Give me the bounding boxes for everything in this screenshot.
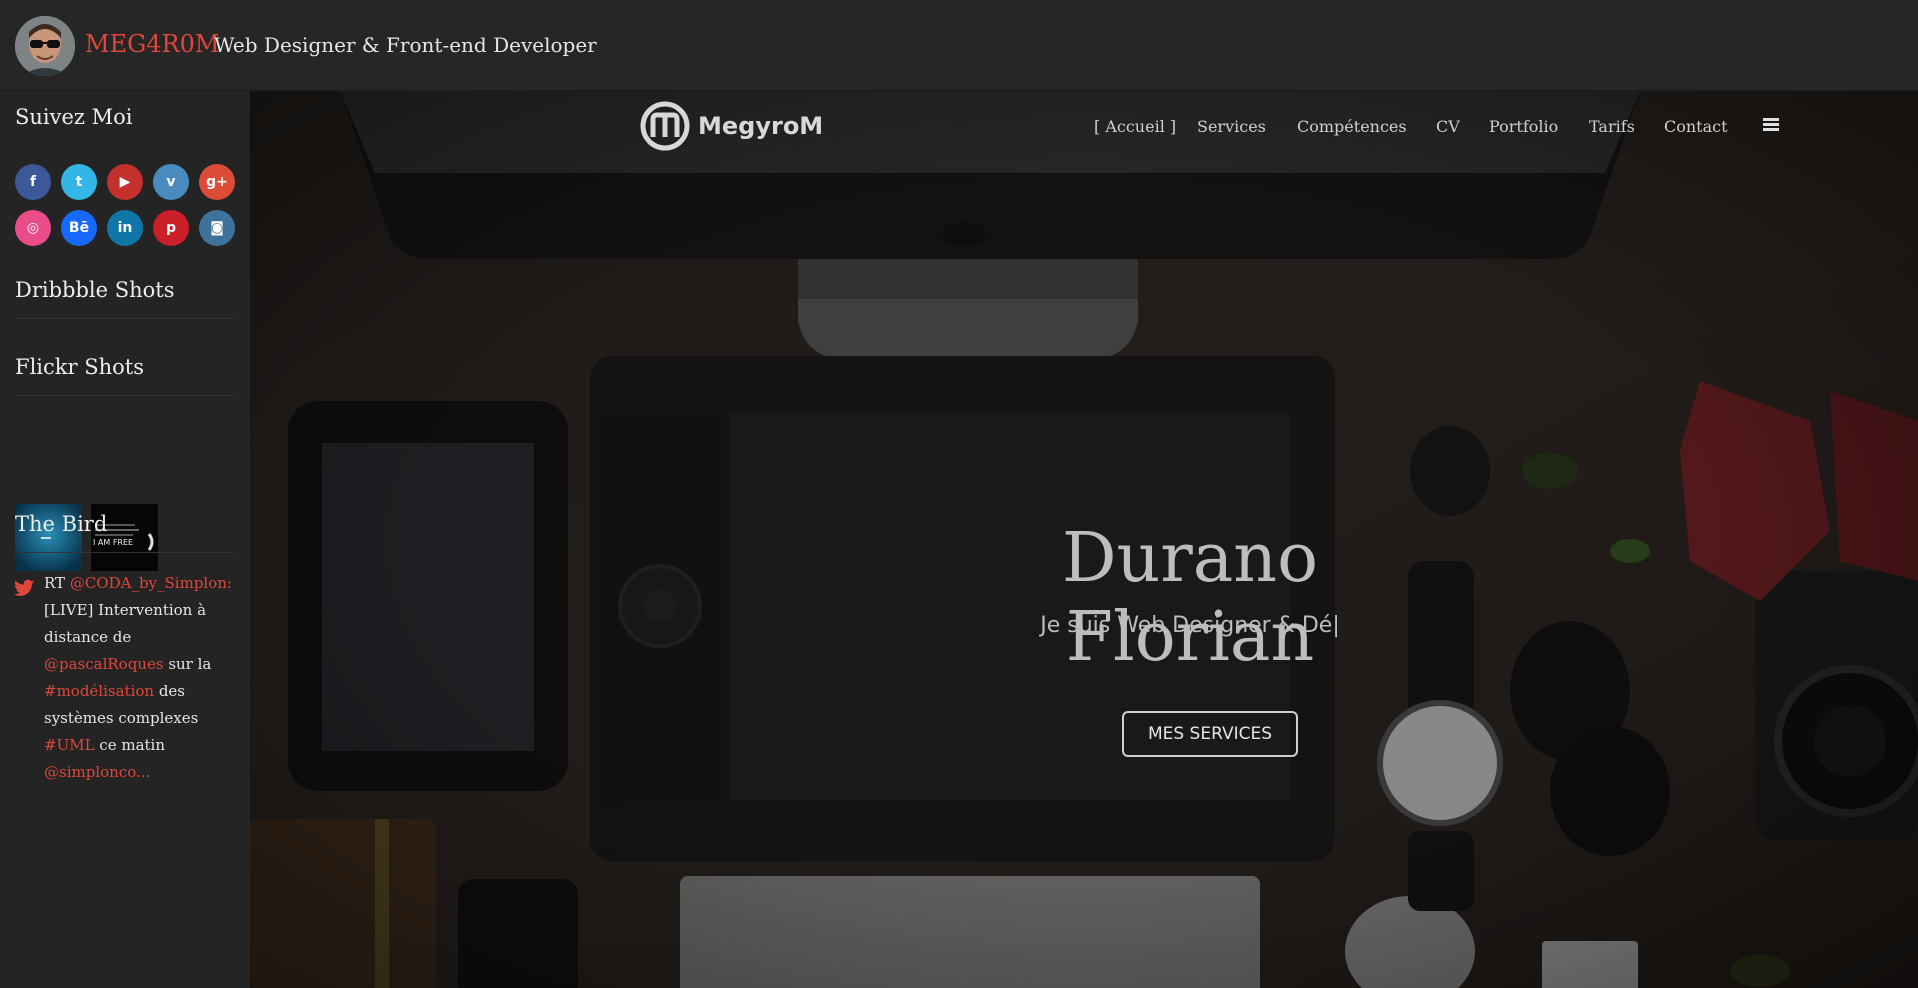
site-tagline: Web Designer & Front-end Developer	[214, 33, 597, 57]
tweet-mention[interactable]: @CODA_by_Simplon:	[70, 574, 232, 592]
tweet-mention[interactable]: @simplonco...	[44, 763, 150, 781]
behance-icon[interactable]: Bē	[61, 210, 97, 246]
nav-item-services[interactable]: Services	[1197, 117, 1266, 136]
menu-icon[interactable]	[1763, 118, 1779, 132]
pinterest-icon[interactable]: p	[153, 210, 189, 246]
nav-item-competences[interactable]: Compétences	[1297, 117, 1407, 136]
bird-title: The Bird	[15, 512, 108, 536]
sidebar: Suivez Moi f t ▶ v g+ ◎ Bē in p ◙ Dribbble Shots …	[0, 91, 250, 988]
divider	[15, 552, 235, 553]
hero-subtitle: Je suis Web Designer & Dé|	[1040, 613, 1340, 638]
avatar[interactable]	[15, 16, 75, 76]
dribbble-title: Dribbble Shots	[15, 278, 175, 302]
nav-item-accueil[interactable]: [ Accueil ]	[1094, 117, 1176, 136]
twitter-icon[interactable]: t	[61, 164, 97, 200]
facebook-icon[interactable]: f	[15, 164, 51, 200]
instagram-icon[interactable]: ◙	[199, 210, 235, 246]
main-nav: MegyroM [ Accueil ] Services Compétences…	[250, 91, 1918, 167]
site-logo[interactable]: MegyroM	[640, 99, 823, 153]
tweet-text-part: sur la	[163, 655, 212, 673]
hero-section: MegyroM [ Accueil ] Services Compétences…	[250, 91, 1918, 988]
tweet-text-part: RT	[44, 574, 70, 592]
twitter-bird-icon	[14, 579, 34, 596]
tweet-text-part: ce matin	[94, 736, 165, 754]
tweet-text: RT @CODA_by_Simplon: [LIVE] Intervention…	[44, 570, 239, 786]
flickr-caption: I AM FREE	[93, 538, 134, 547]
nav-item-portfolio[interactable]: Portfolio	[1489, 117, 1558, 136]
follow-title: Suivez Moi	[15, 105, 133, 129]
services-button[interactable]: MES SERVICES	[1122, 711, 1298, 757]
youtube-icon[interactable]: ▶	[107, 164, 143, 200]
tweet-hashtag[interactable]: #UML	[44, 736, 95, 754]
vimeo-icon[interactable]: v	[153, 164, 189, 200]
brand-name[interactable]: MEG4R0M	[85, 30, 219, 58]
divider	[15, 395, 235, 396]
flickr-title: Flickr Shots	[15, 355, 144, 379]
nav-item-cv[interactable]: CV	[1436, 117, 1460, 136]
dribbble-icon[interactable]: ◎	[15, 210, 51, 246]
logo-text: MegyroM	[698, 112, 824, 140]
nav-item-tarifs[interactable]: Tarifs	[1589, 117, 1635, 136]
site-header: MEG4R0M Web Designer & Front-end Develop…	[0, 0, 1918, 91]
google-plus-icon[interactable]: g+	[199, 164, 235, 200]
logo-icon	[640, 101, 690, 151]
hero-title: Durano Florian	[1061, 519, 1319, 677]
tweet-mention[interactable]: @pascalRoques	[44, 655, 164, 673]
divider	[15, 318, 235, 319]
tweet-text-part: [LIVE] Intervention à distance de	[44, 601, 207, 646]
linkedin-icon[interactable]: in	[107, 210, 143, 246]
tweet-hashtag[interactable]: #modélisation	[44, 682, 154, 700]
nav-item-contact[interactable]: Contact	[1664, 117, 1728, 136]
